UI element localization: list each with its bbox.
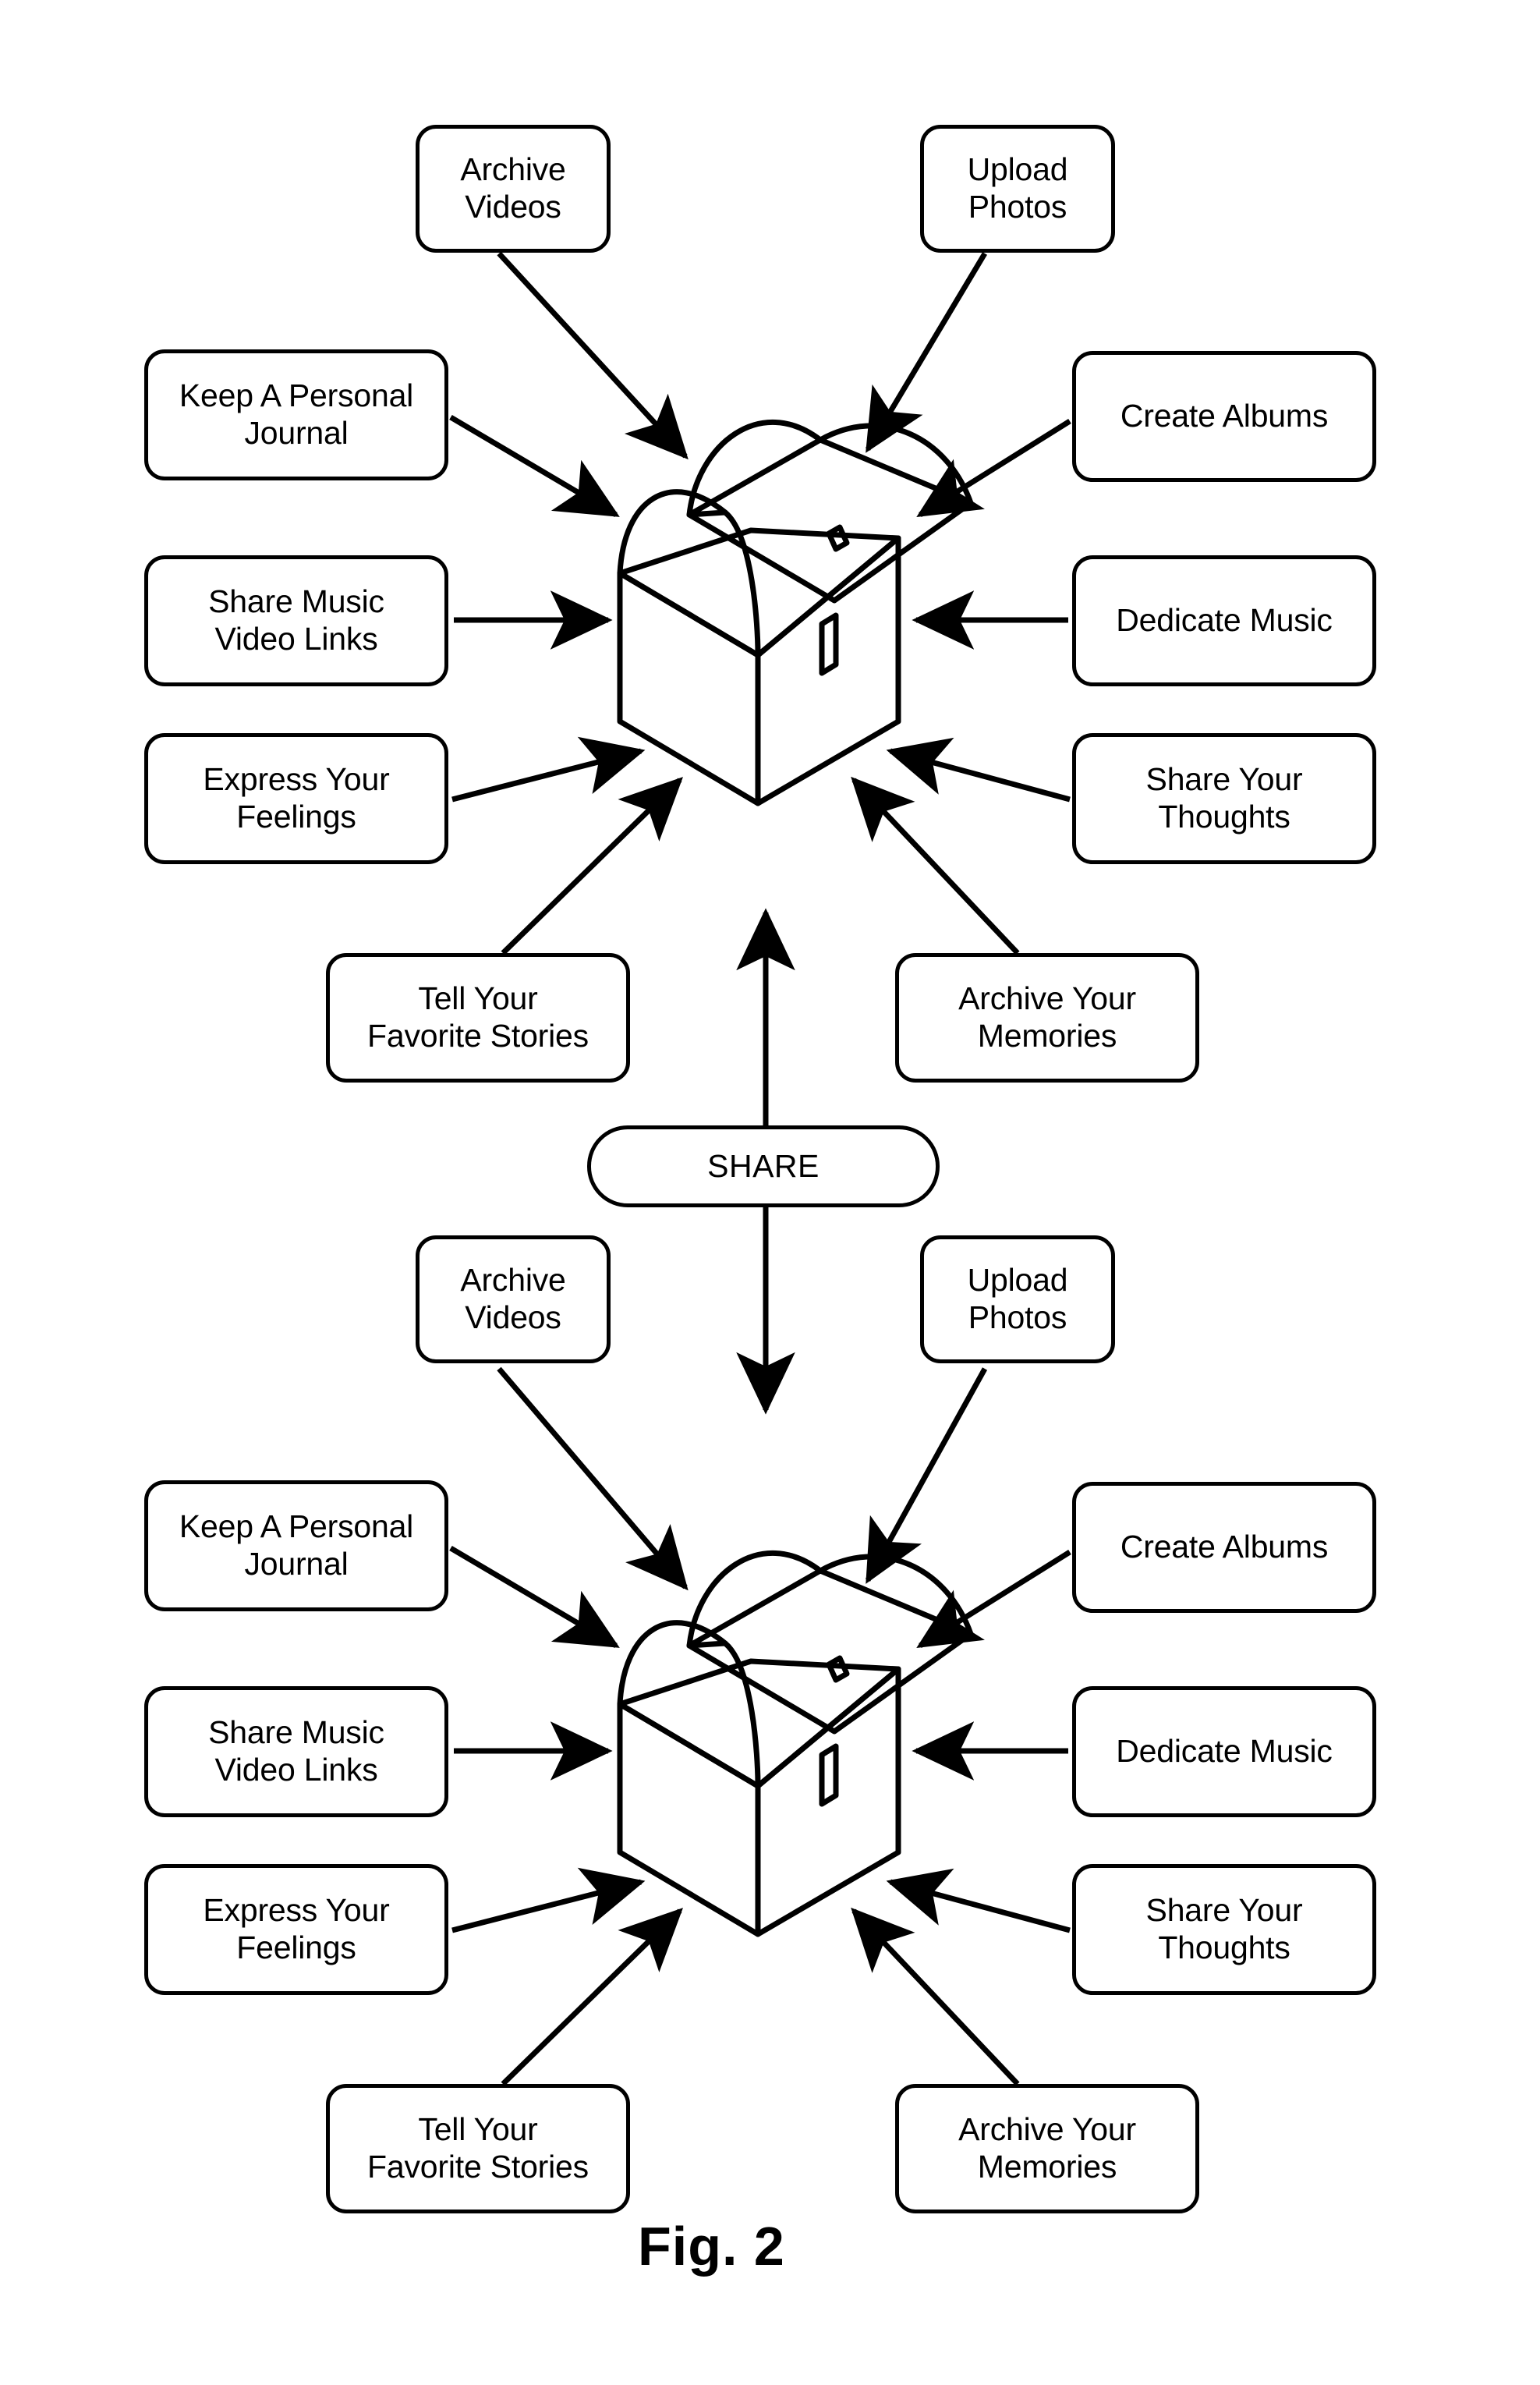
node-label: Archive Videos [460,151,566,225]
node-label: Tell Your Favorite Stories [367,980,589,1054]
node-label: Dedicate Music [1116,602,1333,639]
node-archive-videos-top[interactable]: Archive Videos [416,125,611,253]
node-tell-your-favorite-stories-top[interactable]: Tell Your Favorite Stories [326,953,630,1083]
node-share-music-video-links-top[interactable]: Share Music Video Links [144,555,448,686]
node-label: Share Your Thoughts [1145,761,1303,835]
arrow-keep-a-personal-journal [449,414,620,518]
node-label: Create Albums [1120,398,1329,434]
node-create-albums-top[interactable]: Create Albums [1072,351,1376,482]
share-hub-button[interactable]: SHARE [587,1125,940,1207]
node-keep-a-personal-journal-bottom[interactable]: Keep A Personal Journal [144,1480,448,1611]
share-hub-label: SHARE [707,1148,820,1184]
arrow-express-your-feelings [451,1867,646,1933]
arrow-archive-your-memories [851,776,1020,955]
arrow-share-your-thoughts [886,1868,1071,1933]
node-label: Archive Your Memories [958,980,1136,1054]
node-express-your-feelings-bottom[interactable]: Express Your Feelings [144,1864,448,1995]
node-share-your-thoughts-top[interactable]: Share Your Thoughts [1072,733,1376,864]
treasure-chest-icon-top [617,419,974,806]
bottom-diagram-vectors [449,1366,1071,2086]
node-express-your-feelings-top[interactable]: Express Your Feelings [144,733,448,864]
node-label: Share Music Video Links [208,583,384,657]
node-keep-a-personal-journal-top[interactable]: Keep A Personal Journal [144,349,448,480]
arrow-keep-a-personal-journal [449,1545,620,1649]
node-label: Upload Photos [967,1262,1068,1335]
figure-caption: Fig. 2 [638,2216,785,2277]
patent-figure: Archive Videos Upload Photos Keep A Pers… [0,0,1540,2385]
node-label: Keep A Personal Journal [179,377,414,451]
top-diagram-vectors [449,251,1071,955]
node-archive-videos-bottom[interactable]: Archive Videos [416,1235,611,1363]
node-upload-photos-top[interactable]: Upload Photos [920,125,1115,253]
treasure-chest-icon-bottom [617,1550,974,1937]
node-label: Tell Your Favorite Stories [367,2111,589,2185]
node-dedicate-music-bottom[interactable]: Dedicate Music [1072,1686,1376,1817]
arrow-upload-photos [865,1367,988,1584]
node-label: Keep A Personal Journal [179,1508,414,1582]
arrow-archive-your-memories [851,1907,1020,2086]
node-label: Share Music Video Links [208,1714,384,1788]
arrow-archive-videos [497,251,689,460]
node-tell-your-favorite-stories-bottom[interactable]: Tell Your Favorite Stories [326,2084,630,2213]
node-archive-your-memories-bottom[interactable]: Archive Your Memories [895,2084,1199,2213]
arrow-upload-photos [865,252,988,453]
node-label: Dedicate Music [1116,1733,1333,1770]
node-label: Create Albums [1120,1529,1329,1565]
node-label: Share Your Thoughts [1145,1892,1303,1965]
node-label: Express Your Feelings [203,761,390,835]
arrow-archive-videos [497,1366,689,1591]
node-upload-photos-bottom[interactable]: Upload Photos [920,1235,1115,1363]
node-create-albums-bottom[interactable]: Create Albums [1072,1482,1376,1613]
node-share-music-video-links-bottom[interactable]: Share Music Video Links [144,1686,448,1817]
node-dedicate-music-top[interactable]: Dedicate Music [1072,555,1376,686]
arrow-share-your-thoughts [886,737,1071,803]
arrow-tell-your-favorite-stories [501,1908,684,2086]
node-label: Express Your Feelings [203,1892,390,1965]
arrow-express-your-feelings [451,736,646,803]
node-share-your-thoughts-bottom[interactable]: Share Your Thoughts [1072,1864,1376,1995]
node-label: Archive Videos [460,1262,566,1335]
arrow-create-albums [916,1550,1071,1648]
arrow-tell-your-favorite-stories [501,777,684,955]
arrow-create-albums [916,419,1071,517]
node-label: Archive Your Memories [958,2111,1136,2185]
node-label: Upload Photos [967,151,1068,225]
node-archive-your-memories-top[interactable]: Archive Your Memories [895,953,1199,1083]
